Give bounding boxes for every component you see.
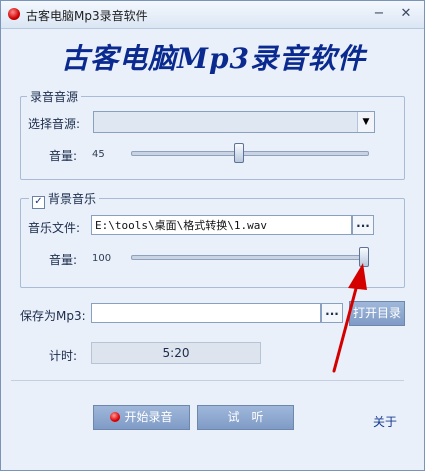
app-window: 古客电脑Mp3录音软件 − ✕ 古客电脑Mp3录音软件 录音音源 选择音源: ▼… — [0, 0, 425, 471]
red-arrow-annotation — [332, 263, 367, 373]
